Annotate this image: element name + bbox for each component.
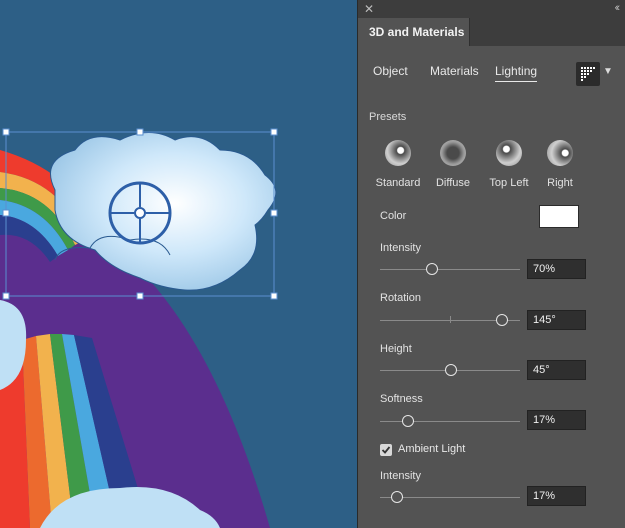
chevron-down-icon[interactable]: ▼ xyxy=(603,66,613,77)
preset-top-left-icon xyxy=(496,140,522,166)
preset-right[interactable]: Right xyxy=(530,140,590,189)
close-icon[interactable]: ✕ xyxy=(364,2,374,16)
tab-3d-and-materials[interactable]: 3D and Materials xyxy=(358,18,470,46)
preset-right-icon xyxy=(547,140,573,166)
preset-standard-icon xyxy=(385,140,411,166)
softness-slider-thumb[interactable] xyxy=(402,415,414,427)
subtab-object[interactable]: Object xyxy=(373,64,408,78)
subtab-materials[interactable]: Materials xyxy=(430,64,479,78)
panel-tab-bar: 3D and Materials xyxy=(358,18,625,46)
rotation-value-field[interactable]: 145° xyxy=(527,310,586,330)
intensity-label: Intensity xyxy=(380,242,421,254)
checkmark-icon xyxy=(381,446,391,454)
rotation-center-tick xyxy=(450,316,451,323)
subtab-lighting[interactable]: Lighting xyxy=(495,64,538,82)
light-color-swatch[interactable] xyxy=(539,205,579,228)
preset-standard-label: Standard xyxy=(375,177,421,189)
softness-label: Softness xyxy=(380,393,423,405)
preset-diffuse[interactable]: Diffuse xyxy=(423,140,483,189)
ambient-intensity-label: Intensity xyxy=(380,470,421,482)
3d-materials-panel: ✕ ‹‹ 3D and Materials Object Materials L… xyxy=(357,0,625,528)
light-position-handle[interactable] xyxy=(108,181,172,245)
render-settings-button[interactable] xyxy=(576,62,600,86)
preset-diffuse-label: Diffuse xyxy=(435,177,471,189)
ambient-intensity-value-field[interactable]: 17% xyxy=(527,486,586,506)
softness-value-field[interactable]: 17% xyxy=(527,410,586,430)
height-label: Height xyxy=(380,343,412,355)
preset-standard[interactable]: Standard xyxy=(368,140,428,189)
intensity-slider-thumb[interactable] xyxy=(426,263,438,275)
intensity-value-field[interactable]: 70% xyxy=(527,259,586,279)
ambient-intensity-slider-thumb[interactable] xyxy=(391,491,403,503)
double-chevron-icon[interactable]: ‹‹ xyxy=(615,1,621,15)
panel-title-bar: ✕ ‹‹ xyxy=(358,0,625,18)
color-label: Color xyxy=(380,210,407,222)
artwork xyxy=(0,128,278,528)
height-slider-thumb[interactable] xyxy=(445,364,457,376)
preset-diffuse-icon xyxy=(440,140,466,166)
render-settings-icon xyxy=(581,67,595,81)
rotation-label: Rotation xyxy=(380,292,421,304)
preset-right-label: Right xyxy=(547,177,573,189)
ambient-light-label: Ambient Light xyxy=(398,443,466,455)
rotation-slider-thumb[interactable] xyxy=(496,314,508,326)
ambient-light-checkbox[interactable] xyxy=(380,444,392,456)
softness-slider-track[interactable] xyxy=(380,421,520,422)
artboard-canvas[interactable] xyxy=(0,0,357,528)
presets-heading: Presets xyxy=(369,111,407,123)
intensity-slider-track[interactable] xyxy=(380,269,520,270)
height-value-field[interactable]: 45° xyxy=(527,360,586,380)
